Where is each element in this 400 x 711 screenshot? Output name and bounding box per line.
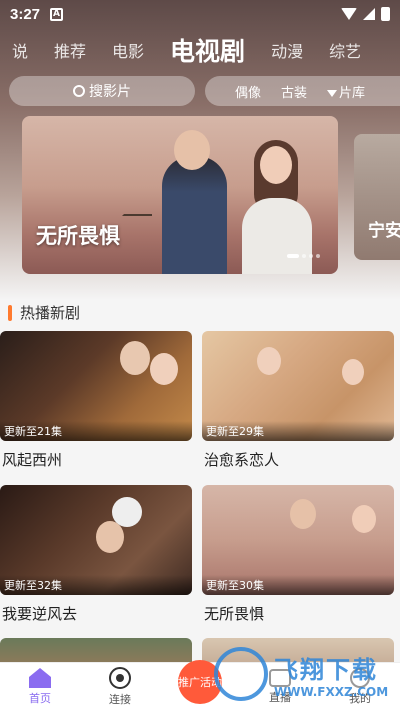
pager-dot (309, 254, 313, 258)
home-icon (29, 668, 51, 688)
filter-bar: 偶像 古装 片库 (205, 76, 400, 106)
tab-variety[interactable]: 综艺 (329, 38, 361, 62)
tab-movie[interactable]: 电影 (112, 38, 144, 62)
pager-dot-active (287, 254, 299, 258)
next-banner[interactable]: 宁安 (354, 134, 400, 260)
banner-figure-man (162, 156, 227, 274)
category-tabs: 说 推荐 电影 电视剧 动漫 综艺 (0, 30, 400, 70)
tab-tv-series[interactable]: 电视剧 (170, 32, 245, 68)
connect-icon (109, 667, 131, 689)
drama-title: 我要逆风去 (2, 605, 78, 623)
filter-library[interactable]: 片库 (327, 82, 365, 101)
wifi-icon (341, 8, 357, 20)
tab-recommend[interactable]: 推荐 (54, 38, 86, 62)
filter-idol[interactable]: 偶像 (235, 82, 261, 101)
drama-card[interactable]: 更新至29集 治愈系恋人 (202, 331, 394, 470)
watermark-logo (214, 647, 268, 701)
drama-card[interactable]: 更新至21集 风起西州 (0, 331, 192, 470)
update-badge: 更新至30集 (202, 575, 394, 595)
watermark-url: WWW.FXXZ.COM (274, 684, 389, 699)
watermark-big-text: 飞翔下载 (274, 655, 378, 684)
signal-icon (363, 8, 375, 20)
drama-thumbnail: 更新至29集 (202, 331, 394, 441)
watermark: 飞翔下载 WWW.FXXZ.COM (214, 640, 394, 708)
pager-dot (302, 254, 306, 258)
filter-costume[interactable]: 古装 (281, 82, 307, 101)
drama-title: 治愈系恋人 (204, 451, 280, 469)
search-input[interactable]: 搜影片 (9, 76, 195, 106)
watermark-text: 飞翔下载 WWW.FXXZ.COM (274, 650, 388, 699)
banner-pager (287, 254, 320, 258)
notification-icon: A (50, 7, 64, 21)
update-badge: 更新至29集 (202, 421, 394, 441)
thumb-figure (257, 347, 281, 375)
thumb-figure (352, 505, 376, 533)
drama-thumbnail: 更新至21集 (0, 331, 192, 441)
drama-thumbnail: 更新至32集 (0, 485, 192, 595)
tab-shuo[interactable]: 说 (12, 38, 28, 62)
drama-title: 无所畏惧 (204, 605, 265, 623)
banner-figure-woman-head (260, 146, 292, 184)
search-placeholder: 搜影片 (89, 84, 131, 100)
drama-thumbnail: 更新至30集 (202, 485, 394, 595)
tab-anime[interactable]: 动漫 (271, 38, 303, 62)
nav-connect[interactable]: 连接 (90, 667, 150, 707)
drama-title: 风起西州 (2, 451, 63, 469)
section-title: 热播新剧 (20, 304, 81, 322)
nav-home-label: 首页 (29, 692, 51, 705)
battery-icon (381, 7, 390, 21)
banner-figure-man-head (174, 130, 210, 170)
clock: 3:27 (10, 5, 41, 23)
thumb-figure (150, 353, 178, 385)
thumb-figure (96, 521, 124, 553)
nav-home[interactable]: 首页 (10, 668, 70, 706)
update-badge: 更新至21集 (0, 421, 192, 441)
drama-card[interactable]: 更新至32集 我要逆风去 (0, 485, 192, 624)
filter-icon (327, 89, 338, 97)
featured-banner[interactable]: 无所畏惧 (22, 116, 338, 274)
drama-card-partial[interactable] (0, 638, 192, 662)
section-accent-bar (8, 304, 12, 321)
search-icon (73, 85, 85, 97)
search-row: 搜影片 偶像 古装 片库 (9, 76, 400, 106)
drama-card[interactable]: 更新至30集 无所畏惧 (202, 485, 394, 624)
thumb-figure (342, 359, 364, 385)
thumb-figure (290, 499, 316, 529)
nav-connect-label: 连接 (109, 693, 131, 706)
banner-title: 无所畏惧 (36, 224, 120, 248)
pager-dot (316, 254, 320, 258)
section-header: 热播新剧 (8, 302, 80, 323)
update-badge: 更新至32集 (0, 575, 192, 595)
thumb-figure (120, 341, 150, 375)
banner-figure-woman (242, 198, 312, 274)
next-banner-title: 宁安 (368, 221, 400, 241)
banner-art (122, 176, 152, 216)
status-bar: 3:27 A (0, 0, 400, 28)
